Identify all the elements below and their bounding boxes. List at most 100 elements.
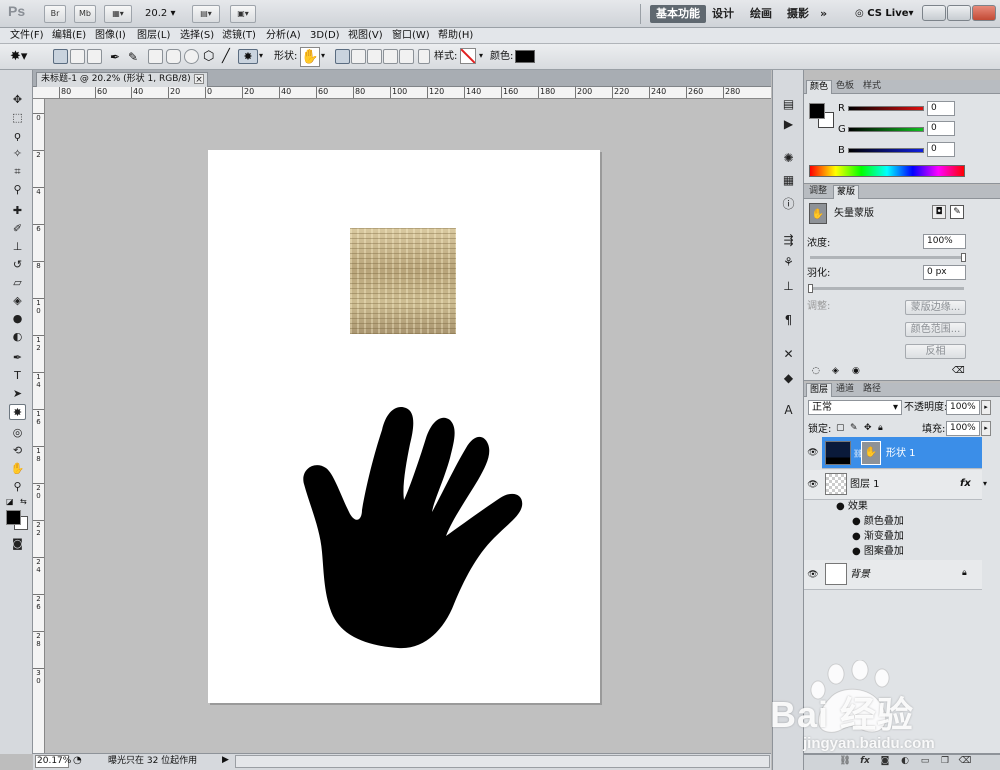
menu-analysis[interactable]: 分析(A) xyxy=(266,29,301,43)
path-selection-tool-icon[interactable]: ➤ xyxy=(9,386,26,402)
brush-panel-icon[interactable]: ▤ xyxy=(779,96,798,113)
menu-layer[interactable]: 图层(L) xyxy=(137,29,170,43)
effects-group[interactable]: ● 效果 xyxy=(836,500,868,513)
channel-b-slider[interactable] xyxy=(848,148,924,153)
channel-b-input[interactable]: 0 xyxy=(927,142,955,157)
type-tool-icon[interactable]: T xyxy=(9,368,26,384)
shape-picker-dropdown-icon[interactable]: ▾ xyxy=(321,51,325,60)
layer-thumbnail[interactable] xyxy=(825,473,847,495)
menu-image[interactable]: 图像(I) xyxy=(95,29,126,43)
document-tab[interactable]: 未标题-1 @ 20.2% (形状 1, RGB/8) * × xyxy=(36,72,208,87)
freeform-pen-tool-icon[interactable]: ✎ xyxy=(128,50,138,64)
menu-filter[interactable]: 滤镜(T) xyxy=(222,29,256,43)
tab-swatches[interactable]: 色板 xyxy=(833,80,857,94)
layer-thumbnail[interactable] xyxy=(825,563,847,585)
healing-brush-tool-icon[interactable]: ✚ xyxy=(9,203,26,219)
color-swatch[interactable] xyxy=(515,50,535,63)
tab-adjustments[interactable]: 调整 xyxy=(806,185,830,199)
color-spectrum-bar[interactable] xyxy=(809,165,965,177)
arrange-documents-button[interactable]: ▤▾ xyxy=(192,5,220,23)
blur-tool-icon[interactable]: ● xyxy=(9,311,26,327)
tab-color[interactable]: 颜色 xyxy=(806,80,833,94)
brush-presets-panel-icon[interactable]: ⇶ xyxy=(779,232,798,249)
lock-position-icon[interactable]: ✥ xyxy=(864,423,872,433)
layer-name[interactable]: 图层 1 xyxy=(850,479,880,491)
layer-comps-panel-icon[interactable]: ◆ xyxy=(779,370,798,387)
actions-panel-icon[interactable]: ▶ xyxy=(779,116,798,133)
effect-item[interactable]: ● 图案叠加 xyxy=(852,545,904,558)
maximize-icon[interactable] xyxy=(947,5,971,21)
ellipse-tool-icon[interactable] xyxy=(184,49,199,64)
create-new-shape-layer-button[interactable] xyxy=(335,49,350,64)
fill-pixels-mode-button[interactable] xyxy=(87,49,102,64)
custom-shape-tool-button[interactable]: ✸ xyxy=(238,49,258,64)
custom-shape-tool-icon[interactable]: ✸ xyxy=(9,404,26,420)
info-panel-icon[interactable]: ⓘ xyxy=(779,196,798,213)
menu-edit[interactable]: 编辑(E) xyxy=(52,29,86,43)
intersect-shape-areas-button[interactable] xyxy=(383,49,398,64)
close-window-icon[interactable] xyxy=(972,5,996,21)
tab-paths[interactable]: 路径 xyxy=(860,383,884,397)
3d-panel-icon[interactable]: ✕ xyxy=(779,346,798,363)
dodge-tool-icon[interactable]: ◐ xyxy=(9,329,26,345)
status-menu-arrow-icon[interactable]: ▶ xyxy=(222,755,229,765)
workspace-photography[interactable]: 摄影 xyxy=(787,5,809,23)
polygon-tool-icon[interactable]: ⬡ xyxy=(203,49,214,64)
apply-mask-icon[interactable]: ◈ xyxy=(832,366,839,376)
horizontal-scrollbar[interactable] xyxy=(235,755,770,768)
navigator-panel-icon[interactable]: ✺ xyxy=(779,150,798,167)
rounded-rectangle-tool-icon[interactable] xyxy=(166,49,181,64)
visibility-eye-icon[interactable]: ● xyxy=(852,546,861,557)
screen-mode-button[interactable]: ▣▾ xyxy=(230,5,256,23)
style-dropdown-icon[interactable]: ▾ xyxy=(479,51,483,60)
clone-stamp-tool-icon[interactable]: ⊥ xyxy=(9,239,26,255)
feather-input[interactable]: 0 px xyxy=(923,265,966,280)
clone-source-panel-icon[interactable]: ⚘ xyxy=(779,254,798,271)
density-input[interactable]: 100% xyxy=(923,234,966,249)
color-range-button[interactable]: 颜色范围... xyxy=(905,322,966,337)
fill-input[interactable]: 100% xyxy=(946,421,980,436)
channel-g-input[interactable]: 0 xyxy=(927,121,955,136)
fill-slider-toggle[interactable]: ▸ xyxy=(981,421,991,436)
paragraph-panel-icon[interactable]: ¶ xyxy=(779,312,798,329)
exclude-overlapping-shapes-button[interactable] xyxy=(399,49,414,64)
view-extras-button[interactable]: ▦▾ xyxy=(104,5,132,23)
visibility-eye-icon[interactable]: ● xyxy=(852,531,861,542)
eyedropper-tool-icon[interactable]: ⚲ xyxy=(9,182,26,198)
histogram-panel-icon[interactable]: ▦ xyxy=(779,172,798,189)
load-selection-icon[interactable]: ◌ xyxy=(812,366,820,376)
visibility-eye-icon[interactable]: 👁︎ xyxy=(807,479,819,491)
zoom-tool-icon[interactable]: ⚲ xyxy=(9,479,26,495)
bridge-button[interactable]: Br xyxy=(44,5,66,23)
layer-effects-badge[interactable]: fx xyxy=(960,478,971,490)
rectangle-tool-icon[interactable] xyxy=(148,49,163,64)
marquee-tool-icon[interactable]: ⬚ xyxy=(9,110,26,126)
zoom-level-select[interactable]: 20.2 ▾ xyxy=(145,6,181,22)
status-info-icon[interactable]: ◔ xyxy=(73,755,85,767)
minimize-icon[interactable] xyxy=(922,5,946,21)
geometry-options-icon[interactable]: ▾ xyxy=(259,51,263,60)
brush-tool-icon[interactable]: ✐ xyxy=(9,221,26,237)
shape-picker[interactable]: ✋ xyxy=(300,47,320,67)
pen-tool-icon[interactable]: ✒ xyxy=(110,50,120,64)
menu-window[interactable]: 窗口(W) xyxy=(392,29,430,43)
quick-selection-tool-icon[interactable]: ✧ xyxy=(9,146,26,162)
character-panel-icon[interactable]: A xyxy=(779,402,798,419)
invert-button[interactable]: 反相 xyxy=(905,344,966,359)
channel-r-slider[interactable] xyxy=(848,106,924,111)
foreground-color-swatch[interactable] xyxy=(809,103,825,119)
channel-r-input[interactable]: 0 xyxy=(927,101,955,116)
lock-pixels-icon[interactable]: ✎ xyxy=(850,423,858,433)
line-tool-icon[interactable]: ╱ xyxy=(222,49,230,64)
opacity-input[interactable]: 100% xyxy=(946,400,980,415)
mini-bridge-button[interactable]: Mb xyxy=(74,5,96,23)
3d-orbit-tool-icon[interactable]: ⟲ xyxy=(9,443,26,459)
lasso-tool-icon[interactable]: ϙ xyxy=(9,128,26,144)
pen-tool-icon[interactable]: ✒ xyxy=(9,350,26,366)
toggle-mask-visibility-icon[interactable]: ◉ xyxy=(852,366,860,376)
tool-presets-panel-icon[interactable]: ⊥ xyxy=(779,278,798,295)
style-picker[interactable] xyxy=(460,48,476,64)
lock-all-icon[interactable]: 🔒︎ xyxy=(878,423,883,433)
vector-mask-button[interactable]: ✎ xyxy=(950,205,964,219)
menu-view[interactable]: 视图(V) xyxy=(348,29,383,43)
